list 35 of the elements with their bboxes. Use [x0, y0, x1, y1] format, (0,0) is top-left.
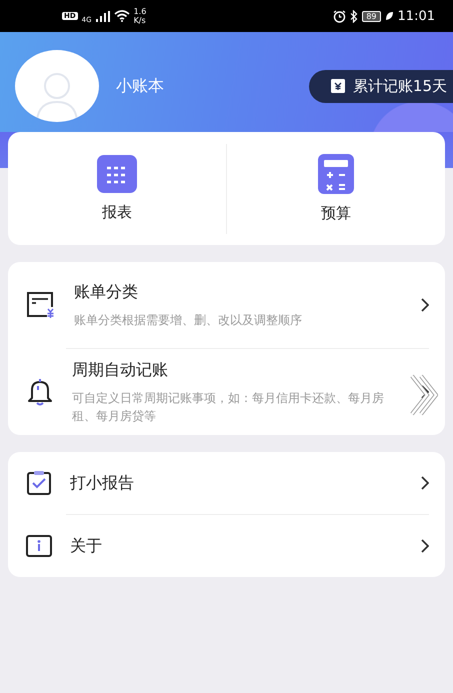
double-chevron-icon: [410, 374, 438, 416]
ledger-icon: [330, 79, 345, 93]
item-description: 账单分类根据需要增、删、改以及调整顺序: [74, 312, 303, 328]
chevron-right-icon: [421, 539, 429, 553]
menu-item[interactable]: 关于: [26, 515, 429, 577]
report-icon: [97, 155, 137, 193]
menu-item[interactable]: 打小报告: [26, 452, 429, 514]
streak-text: 累计记账15天: [352, 76, 447, 96]
speed-unit: K/s: [134, 16, 146, 25]
settings-item[interactable]: 周期自动记账 可自定义日常周期记账事项，如：每月信用卡还款、每月房租、每月房贷等: [26, 349, 429, 435]
chevron-right-icon: [421, 385, 429, 399]
bluetooth-icon: [350, 10, 358, 22]
clock-time: 11:01: [398, 8, 435, 24]
item-title: 关于: [70, 536, 103, 556]
info-icon: [26, 535, 52, 557]
chevron-right-icon: [421, 298, 429, 312]
alarm-icon: [333, 10, 346, 22]
battery-indicator: 89: [362, 10, 381, 22]
shortcut-item[interactable]: 报表: [8, 155, 226, 222]
settings-item[interactable]: 账单分类 账单分类根据需要增、删、改以及调整顺序: [26, 262, 429, 348]
signal-icon: [96, 10, 110, 22]
clipboard-check-icon: [26, 470, 52, 496]
item-title: 账单分类: [74, 282, 139, 302]
shortcut-item[interactable]: 预算: [227, 154, 445, 223]
user-name: 小账本: [116, 76, 165, 96]
speed-value: 1.6: [134, 7, 146, 16]
item-title: 打小报告: [70, 472, 135, 494]
bell-icon: [26, 378, 54, 406]
leaf-icon: [384, 11, 394, 21]
wifi-icon: [114, 10, 130, 22]
chevron-right-icon: [421, 476, 429, 490]
bill-icon: [26, 291, 56, 319]
calculator-icon: [318, 154, 354, 194]
item-description: 可自定义日常周期记账事项，如：每月信用卡还款、每月房租、每月房贷等: [72, 390, 385, 424]
item-title: 周期自动记账: [72, 360, 169, 380]
